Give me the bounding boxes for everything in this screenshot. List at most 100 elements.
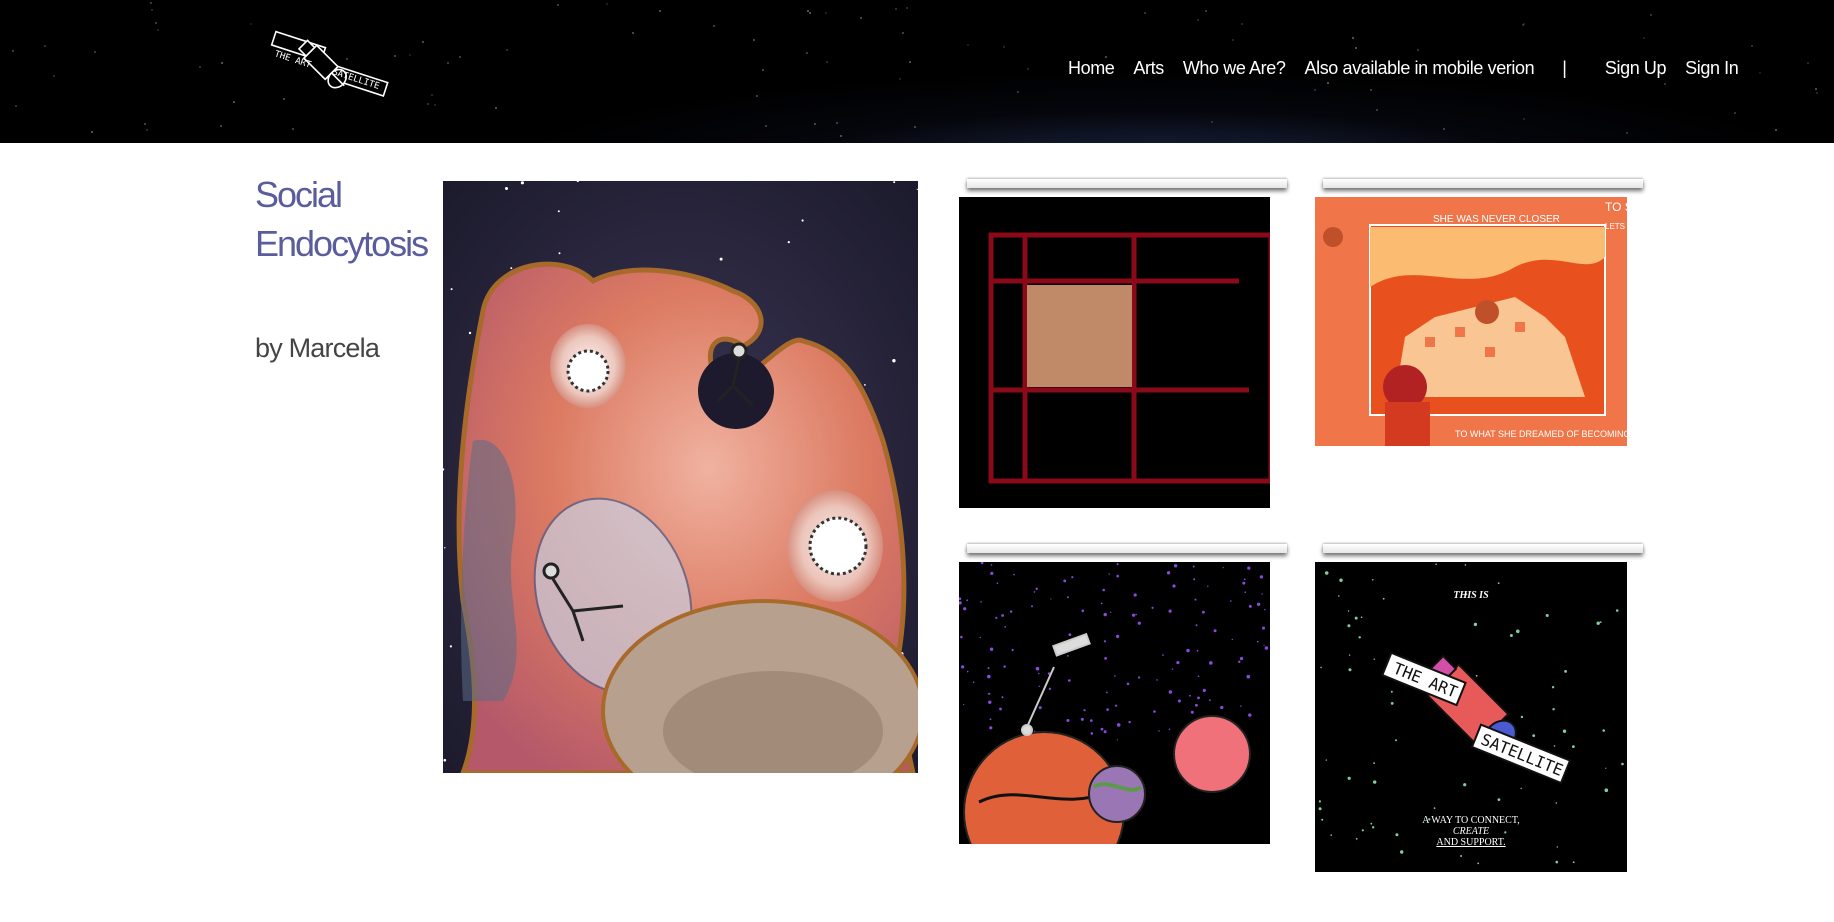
star-dot (809, 12, 811, 14)
star-dot (1132, 613, 1136, 617)
star-dot (860, 17, 862, 19)
star-dot (1395, 833, 1399, 837)
planets-thumbnail[interactable] (959, 562, 1270, 844)
star-dot (1196, 649, 1199, 652)
star-dot (1205, 10, 1207, 12)
star-dot (520, 181, 524, 185)
nav-signin-link[interactable]: Sign In (1685, 58, 1739, 79)
star-dot (987, 674, 991, 679)
star-dot (1116, 723, 1121, 727)
star-dot (1100, 727, 1104, 731)
star-dot (1555, 860, 1559, 864)
star-dot (146, 129, 148, 131)
star-dot (1643, 37, 1645, 39)
star-dot (1347, 776, 1351, 780)
star-dot (53, 75, 55, 77)
star-dot (1195, 624, 1198, 627)
svg-text:A WAY TO CONNECT,: A WAY TO CONNECT, (1422, 815, 1519, 826)
star-dot (1207, 585, 1209, 587)
star-dot (1320, 666, 1322, 669)
star-dot (434, 104, 436, 106)
star-dot (1264, 646, 1269, 650)
star-dot (1177, 699, 1181, 703)
star-dot (1261, 593, 1263, 595)
star-dot (988, 692, 991, 695)
star-dot (1013, 573, 1015, 576)
star-dot (1176, 661, 1180, 665)
star-dot (1355, 47, 1357, 49)
star-dot (1220, 705, 1224, 710)
star-dot (963, 607, 967, 611)
star-dot (1194, 598, 1197, 601)
star-dot (895, 8, 897, 10)
star-dot (1050, 598, 1052, 600)
star-dot (1193, 578, 1196, 581)
art-satellite-poster-thumbnail[interactable]: THIS IS THE ART SATELLITE A WAY TO CONNE… (1315, 562, 1627, 872)
star-dot (1162, 654, 1164, 656)
star-dot (806, 52, 808, 54)
star-dot (1038, 685, 1040, 687)
star-dot (1138, 676, 1141, 679)
star-dot (199, 66, 201, 68)
star-dot (1135, 613, 1137, 616)
star-dot (995, 616, 998, 619)
orange-window-thumbnail[interactable]: SHE WAS NEVER CLOSER TO SPACE LETS EXPLO… (1315, 197, 1627, 446)
star-dot (1324, 571, 1329, 575)
star-dot (1477, 862, 1480, 865)
star-dot (916, 188, 918, 190)
star-dot (1596, 621, 1600, 625)
star-dot (966, 670, 969, 673)
star-dot (1243, 578, 1246, 581)
star-dot (864, 384, 866, 386)
star-dot (1523, 118, 1525, 120)
star-dot (902, 32, 904, 34)
star-dot (1264, 608, 1266, 611)
star-dot (1734, 112, 1736, 114)
art-satellite-logo[interactable]: THE ART SATELLITE (270, 30, 390, 102)
star-dot (1035, 666, 1040, 671)
star-dot (1354, 616, 1358, 620)
star-dot (505, 187, 508, 190)
star-dot (1395, 739, 1397, 742)
star-dot (506, 49, 508, 51)
star-dot (1238, 660, 1241, 663)
star-dot (1473, 622, 1478, 627)
star-dot (1339, 578, 1343, 582)
star-dot (1242, 581, 1246, 585)
star-dot (1080, 717, 1084, 721)
red-grid-thumbnail[interactable] (959, 197, 1270, 508)
star-dot (963, 703, 965, 706)
nav-who-link[interactable]: Who we Are? (1183, 58, 1286, 79)
star-dot (1166, 571, 1171, 575)
star-dot (144, 123, 146, 125)
svg-text:SHE WAS NEVER CLOSER: SHE WAS NEVER CLOSER (1433, 214, 1560, 225)
nav-home-link[interactable]: Home (1068, 58, 1115, 79)
star-dot (1555, 802, 1558, 804)
star-dot (220, 125, 222, 127)
star-dot (1241, 23, 1243, 25)
star-dot (1231, 638, 1233, 641)
shelf-1 (967, 179, 1287, 188)
star-dot (1263, 644, 1265, 646)
nav-arts-link[interactable]: Arts (1133, 58, 1164, 79)
nav-mobile-link[interactable]: Also available in mobile verion (1304, 58, 1534, 79)
star-dot (1153, 710, 1156, 713)
star-dot (1400, 850, 1404, 854)
star-dot (893, 181, 896, 184)
star-dot (1390, 690, 1393, 693)
star-dot (996, 582, 999, 584)
main-artwork-image[interactable] (443, 181, 918, 773)
star-dot (1259, 575, 1263, 579)
star-dot (1068, 679, 1071, 682)
star-dot (1520, 787, 1522, 790)
star-dot (1751, 45, 1753, 47)
star-dot (94, 51, 96, 53)
star-dot (1376, 109, 1378, 111)
nav-signup-link[interactable]: Sign Up (1605, 58, 1667, 79)
star-dot (840, 135, 842, 137)
star-dot (1572, 861, 1575, 864)
star-dot (459, 56, 461, 58)
star-dot (1116, 563, 1119, 566)
star-dot (892, 359, 896, 363)
star-dot (961, 665, 965, 669)
